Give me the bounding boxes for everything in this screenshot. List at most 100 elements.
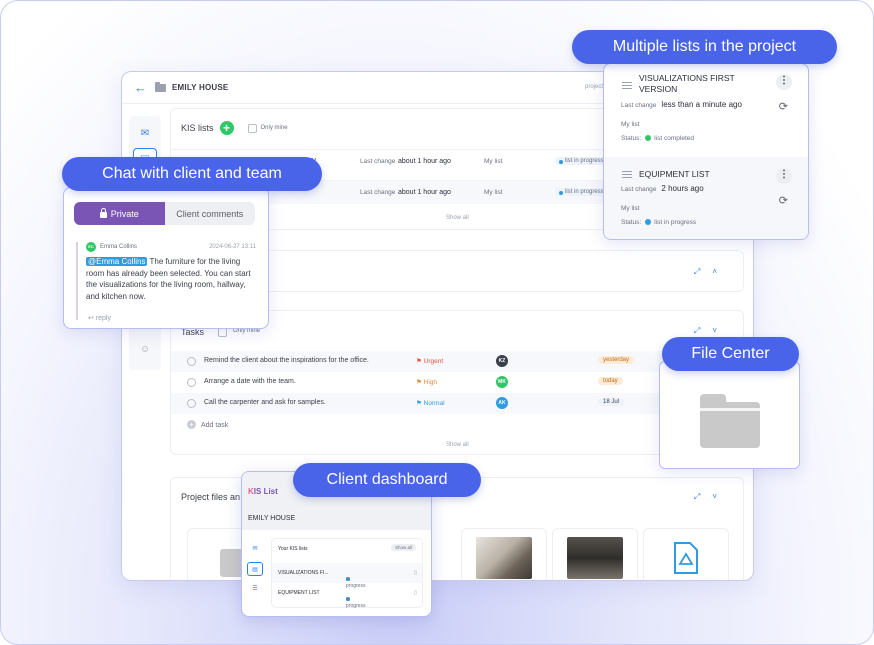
file-center-card[interactable] xyxy=(659,361,800,469)
list-title-cont: VERSION xyxy=(639,84,678,94)
lists-icon[interactable]: ▤ xyxy=(247,562,263,576)
chat-message: EC Emma Collins 2024-06-27 13:11 @Emma C… xyxy=(76,242,256,322)
last-change-value: about 1 hour ago xyxy=(398,189,451,196)
kis-lists-title: KIS lists xyxy=(181,123,214,133)
back-arrow-icon[interactable]: ← xyxy=(134,80,147,95)
list-owner: My list xyxy=(621,205,640,212)
chat-card: Private Client comments EC Emma Collins … xyxy=(63,187,269,329)
your-lists-label: Your KIS lists xyxy=(278,546,308,552)
pdf-file-icon xyxy=(674,542,698,574)
mention-tag[interactable]: @Emma Collins xyxy=(86,257,148,266)
task-complete-radio[interactable] xyxy=(187,399,196,408)
status-badge: list in progress xyxy=(555,188,609,196)
due-date-badge: today xyxy=(598,377,623,385)
expand-collapse-icons[interactable]: ⤢˅ xyxy=(694,492,729,502)
interior-photo xyxy=(567,537,623,579)
list-status: Status: list in progress xyxy=(621,219,697,226)
last-change-value: about 1 hour ago xyxy=(398,158,451,165)
last-change-label: Last change xyxy=(360,189,396,196)
priority-flag: ⚑ Urgent xyxy=(416,358,444,365)
file-pdf-card[interactable] xyxy=(643,528,729,580)
show-all-button[interactable]: Show all xyxy=(390,544,416,551)
comment-icon[interactable]: ▯ xyxy=(414,590,417,596)
callout-chat: Chat with client and team xyxy=(62,157,322,191)
file-image-card[interactable] xyxy=(552,528,638,580)
list-lines-icon xyxy=(622,82,632,91)
project-files-title: Project files an xyxy=(181,492,241,502)
callout-file-center: File Center xyxy=(662,337,799,371)
task-complete-radio[interactable] xyxy=(187,357,196,366)
list-name: EQUIPMENT LIST xyxy=(278,590,320,596)
share-icon[interactable]: ⟳ xyxy=(779,100,788,113)
users-icon[interactable]: ☺ xyxy=(133,338,157,360)
multiple-lists-card: VISUALIZATIONS FIRST VERSION ⋮ Last chan… xyxy=(603,63,809,240)
list-owner: My list xyxy=(484,189,503,196)
callout-multiple-lists: Multiple lists in the project xyxy=(572,30,837,64)
expand-collapse-icons[interactable]: ⤢˄ xyxy=(694,267,729,277)
dashboard-sidebar: ✉ ▤ ☰ xyxy=(244,538,266,608)
background-frame: ← EMILY HOUSE project ✉ ▤ ☺ KIS lists + … xyxy=(0,0,874,645)
last-change-label: Last change xyxy=(360,158,396,165)
avatar: AK xyxy=(496,397,508,409)
message-author: Emma Collins xyxy=(100,244,138,250)
reply-button[interactable]: ↩ reply xyxy=(88,314,111,322)
avatar: KZ xyxy=(496,355,508,367)
add-task-button[interactable]: + Add task xyxy=(187,420,228,429)
avatar: EC xyxy=(86,242,96,252)
status-dot xyxy=(645,135,652,141)
lock-icon xyxy=(99,207,107,218)
task-row[interactable]: Call the carpenter and ask for samples. … xyxy=(171,393,743,414)
list-title: VISUALIZATIONS FIRST xyxy=(639,73,735,83)
list-name: VISUALIZATIONS FI... xyxy=(278,570,329,576)
tab-client-comments[interactable]: Client comments xyxy=(165,202,256,225)
only-mine-label: Only mine xyxy=(260,125,288,131)
mail-icon[interactable]: ✉ xyxy=(247,542,263,556)
dashboard-list-row[interactable]: VISUALIZATIONS FI... in progress ▯ xyxy=(272,563,422,589)
dashboard-list-row[interactable]: EQUIPMENT LIST in progress ▯ xyxy=(272,583,422,609)
dashboard-lists-box: Your KIS lists Show all VISUALIZATIONS F… xyxy=(271,538,423,609)
task-row[interactable]: Arrange a date with the team. ⚑ High MK … xyxy=(171,372,743,393)
expand-collapse-icons[interactable]: ⤢˅ xyxy=(694,326,729,336)
add-task-label: Add task xyxy=(201,422,229,429)
task-complete-radio[interactable] xyxy=(187,378,196,387)
project-title: EMILY HOUSE xyxy=(172,83,229,92)
only-mine-checkbox[interactable] xyxy=(247,123,257,133)
show-all-link[interactable]: Show all xyxy=(446,442,469,448)
add-list-button[interactable]: + xyxy=(219,121,234,135)
list-card-item[interactable]: EQUIPMENT LIST ⋮ Last change 2 hours ago … xyxy=(604,157,808,239)
list-icon[interactable]: ☰ xyxy=(247,582,263,596)
comment-icon[interactable]: ▯ xyxy=(414,570,417,576)
list-owner: My list xyxy=(484,158,503,165)
task-text: Remind the client about the inspirations… xyxy=(204,357,369,364)
priority-flag: ⚑ Normal xyxy=(416,400,445,407)
message-timestamp: 2024-06-27 13:11 xyxy=(209,244,256,250)
message-text: @Emma Collins The furniture for the livi… xyxy=(86,257,251,301)
list-status: Status: list completed xyxy=(621,135,694,142)
more-options-icon[interactable]: ⋮ xyxy=(776,168,792,184)
share-icon[interactable]: ⟳ xyxy=(779,194,788,207)
file-image-card[interactable] xyxy=(461,528,547,580)
due-date-badge: 18 Jul xyxy=(598,398,625,406)
avatar: MK xyxy=(496,376,508,388)
interior-photo xyxy=(476,537,532,579)
more-options-icon[interactable]: ⋮ xyxy=(776,74,792,90)
chat-tabs: Private Client comments xyxy=(74,202,255,225)
project-link[interactable]: project xyxy=(585,84,603,90)
due-date-badge: yesterday xyxy=(598,356,635,364)
tasks-panel: Tasks Only mine ⤢˅ Remind the client abo… xyxy=(170,310,744,455)
last-change: Last change less than a minute ago xyxy=(621,100,742,109)
list-lines-icon xyxy=(622,171,632,180)
list-card-item[interactable]: VISUALIZATIONS FIRST VERSION ⋮ Last chan… xyxy=(604,64,808,157)
task-row[interactable]: Remind the client about the inspirations… xyxy=(171,351,743,372)
add-icon: + xyxy=(187,420,196,429)
task-text: Call the carpenter and ask for samples. xyxy=(204,399,326,406)
status-badge: list in progress xyxy=(555,157,609,165)
kis-list-logo: KIS List xyxy=(248,487,278,496)
callout-client-dashboard: Client dashboard xyxy=(293,463,481,497)
status-dot xyxy=(645,219,652,225)
tab-private[interactable]: Private xyxy=(74,202,165,225)
list-title: EQUIPMENT LIST xyxy=(639,169,710,179)
mail-icon[interactable]: ✉ xyxy=(133,122,157,144)
show-all-link[interactable]: Show all xyxy=(446,215,469,221)
only-mine-checkbox[interactable] xyxy=(218,328,227,337)
